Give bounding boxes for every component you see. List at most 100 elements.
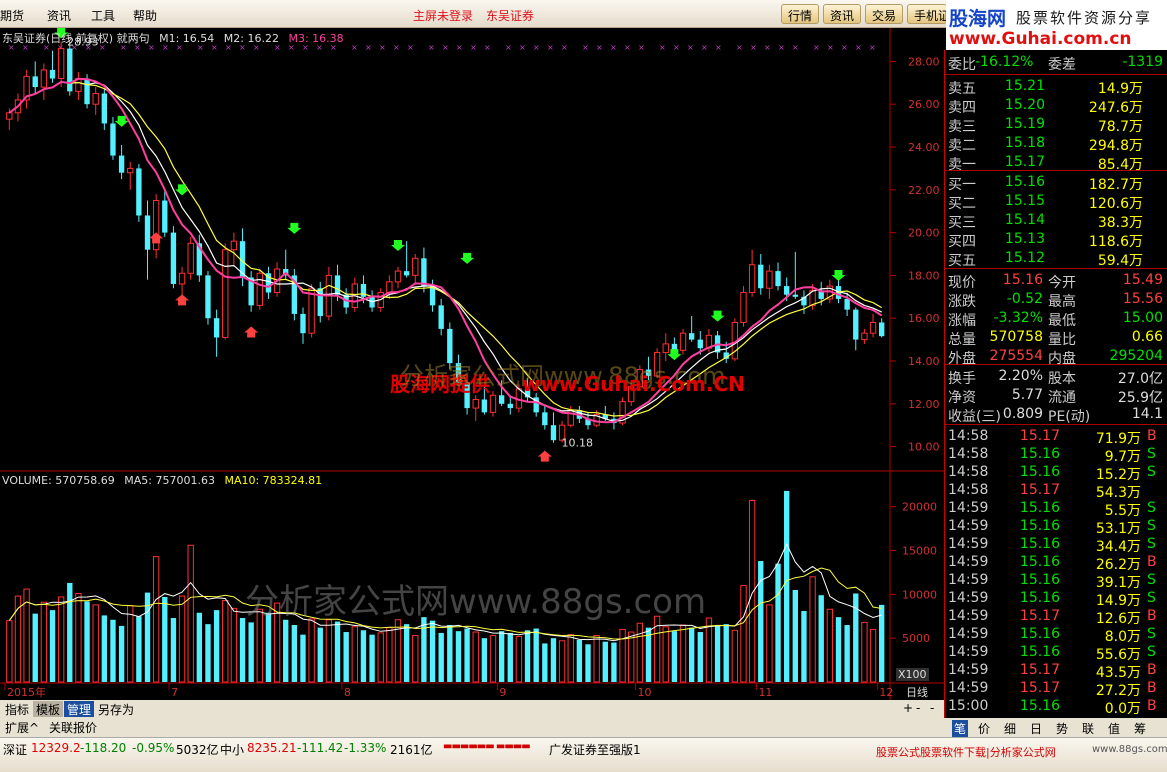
- stat-label: 外盘: [948, 351, 976, 367]
- volume-bar: [351, 626, 358, 683]
- candle-body: [170, 232, 177, 284]
- market-bars-icon: ▬▬▬▬▬▬ ▬▬▬▬: [443, 741, 531, 752]
- menu-tools[interactable]: 工具: [91, 7, 115, 24]
- candle-body: [481, 399, 488, 413]
- fund-value-2: 25.9亿: [1117, 390, 1163, 406]
- volume-bar: [57, 596, 65, 683]
- volume-bar: [343, 632, 349, 682]
- volume-bar: [92, 604, 99, 683]
- stat-row: 外盘 275554 内盘 295204: [945, 348, 1167, 367]
- bid-row-4-label: 买四: [948, 234, 976, 250]
- menu-news[interactable]: 资讯: [47, 7, 71, 24]
- signal-marker: ×: [792, 43, 799, 52]
- ask-row-2-label: 卖二: [948, 138, 976, 154]
- quote-tab-7[interactable]: 筹: [1134, 720, 1146, 737]
- quote-tab-4[interactable]: 势: [1056, 720, 1068, 737]
- candle-body: [498, 395, 505, 404]
- menu-futures[interactable]: 期货: [0, 7, 24, 24]
- volume-bar: [67, 582, 73, 682]
- candle-body: [386, 281, 393, 294]
- candle-body: [861, 332, 868, 341]
- volume-bar: [481, 638, 488, 682]
- ask-row-1-label: 卖一: [948, 157, 976, 173]
- quote-tab-0[interactable]: 笔: [952, 720, 969, 737]
- tick-row: 14:59 15.16 8.0万 S: [945, 626, 1167, 645]
- news-button[interactable]: 资讯: [823, 4, 861, 24]
- tick-side: S: [1147, 500, 1156, 516]
- fundamental-row: 收益(三) 0.809 PE(动) 14.1: [945, 406, 1167, 425]
- collapse-button[interactable]: -: [927, 701, 937, 717]
- candle-body: [110, 123, 116, 156]
- tick-side: B: [1147, 554, 1157, 570]
- volume-bar: [248, 622, 254, 682]
- tab-indicator[interactable]: 指标: [2, 701, 32, 717]
- volume-bar: [783, 490, 790, 682]
- volume-bar: [178, 595, 186, 683]
- menu-help[interactable]: 帮助: [133, 7, 157, 24]
- volume-bar: [801, 610, 807, 682]
- bid-row-4-price: 15.13: [1004, 231, 1045, 247]
- volume-bar: [213, 610, 220, 682]
- tick-price: 15.17: [1019, 680, 1060, 696]
- tick-volume: 0.0万: [1104, 701, 1141, 717]
- quote-tab-6[interactable]: 值: [1108, 720, 1120, 737]
- tab-related-quote[interactable]: 关联报价: [46, 719, 100, 735]
- tab-extend[interactable]: 扩展^: [2, 719, 42, 735]
- sz-label: 深证: [3, 743, 28, 757]
- volume-bar: [826, 608, 834, 683]
- tick-side: S: [1147, 626, 1156, 642]
- status-bar: 深证 12329.2 -118.20 -0.95% 5032亿 中小 8235.…: [0, 737, 1167, 772]
- stat-row: 总量 570758 量比 0.66: [945, 329, 1167, 348]
- logo-url: www.Guhai.com.cn: [949, 29, 1132, 49]
- fund-label: 净资: [948, 390, 976, 406]
- watermark-guhai: www.Guhai.Com.CN: [522, 372, 745, 396]
- quote-tab-5[interactable]: 联: [1082, 720, 1094, 737]
- candle-body: [869, 321, 877, 334]
- fund-label-2: 流通: [1048, 390, 1076, 406]
- ask-row-4-label: 卖四: [948, 100, 976, 116]
- signal-marker: ×: [610, 43, 617, 52]
- chart-title: 东吴证券(日线 前复权) 就两句: [2, 32, 150, 45]
- kline-chart[interactable]: × × × × × × × × × × × × × × × × × × × × × × × × × × × × × × × × × × × × × × × ×…: [0, 28, 944, 700]
- volume-bar: [152, 556, 160, 683]
- volume-bar: [421, 617, 427, 682]
- bid-row-3-volume: 38.3万: [1097, 215, 1143, 231]
- tab-manage[interactable]: 管理: [64, 701, 95, 717]
- quote-button[interactable]: 行情: [781, 4, 819, 24]
- volume-bar: [844, 625, 850, 682]
- logo-tagline: 股票软件资源分享: [1016, 9, 1153, 27]
- ad-url[interactable]: www.88gs.com: [1092, 744, 1167, 755]
- volume-bar: [84, 601, 90, 682]
- fund-label-2: PE(动): [1048, 409, 1091, 425]
- candle-body: [688, 333, 695, 340]
- volume-bar: [429, 620, 436, 682]
- candle-body: [101, 93, 108, 124]
- ad-link[interactable]: 股票公式股票软件下载|分析家公式网: [876, 744, 1056, 760]
- tick-side: S: [1147, 536, 1156, 552]
- volume-bar: [265, 612, 272, 682]
- tab-save-as[interactable]: 另存为: [95, 701, 137, 717]
- volume-bar: [196, 612, 203, 682]
- tab-template[interactable]: 模板: [33, 701, 64, 717]
- tick-side: B: [1147, 698, 1157, 714]
- tick-row: 14:59 15.16 34.4万 S: [945, 536, 1167, 555]
- candle-body: [67, 48, 73, 92]
- month-label: 8: [344, 686, 351, 699]
- broker-name: 东吴证券: [486, 9, 535, 23]
- quote-tab-1[interactable]: 价: [978, 720, 990, 737]
- tick-time: 14:59: [948, 536, 989, 552]
- volume-bar: [524, 630, 531, 682]
- signal-marker: ×: [582, 43, 589, 52]
- trade-button[interactable]: 交易: [865, 4, 903, 24]
- zoom-out-button[interactable]: -: [913, 701, 923, 717]
- volume-bar: [75, 592, 82, 683]
- y-tick-label: 28.00: [908, 55, 940, 68]
- volume-bar: [472, 631, 479, 683]
- stat-value-2: 0.66: [1131, 329, 1163, 345]
- mobile-button[interactable]: 手机证: [907, 4, 947, 24]
- quote-tab-2[interactable]: 细: [1004, 720, 1016, 737]
- fund-label: 换手: [948, 371, 976, 387]
- signal-marker: ×: [687, 43, 694, 52]
- volume-bar: [162, 596, 168, 682]
- quote-tab-3[interactable]: 日: [1030, 720, 1042, 737]
